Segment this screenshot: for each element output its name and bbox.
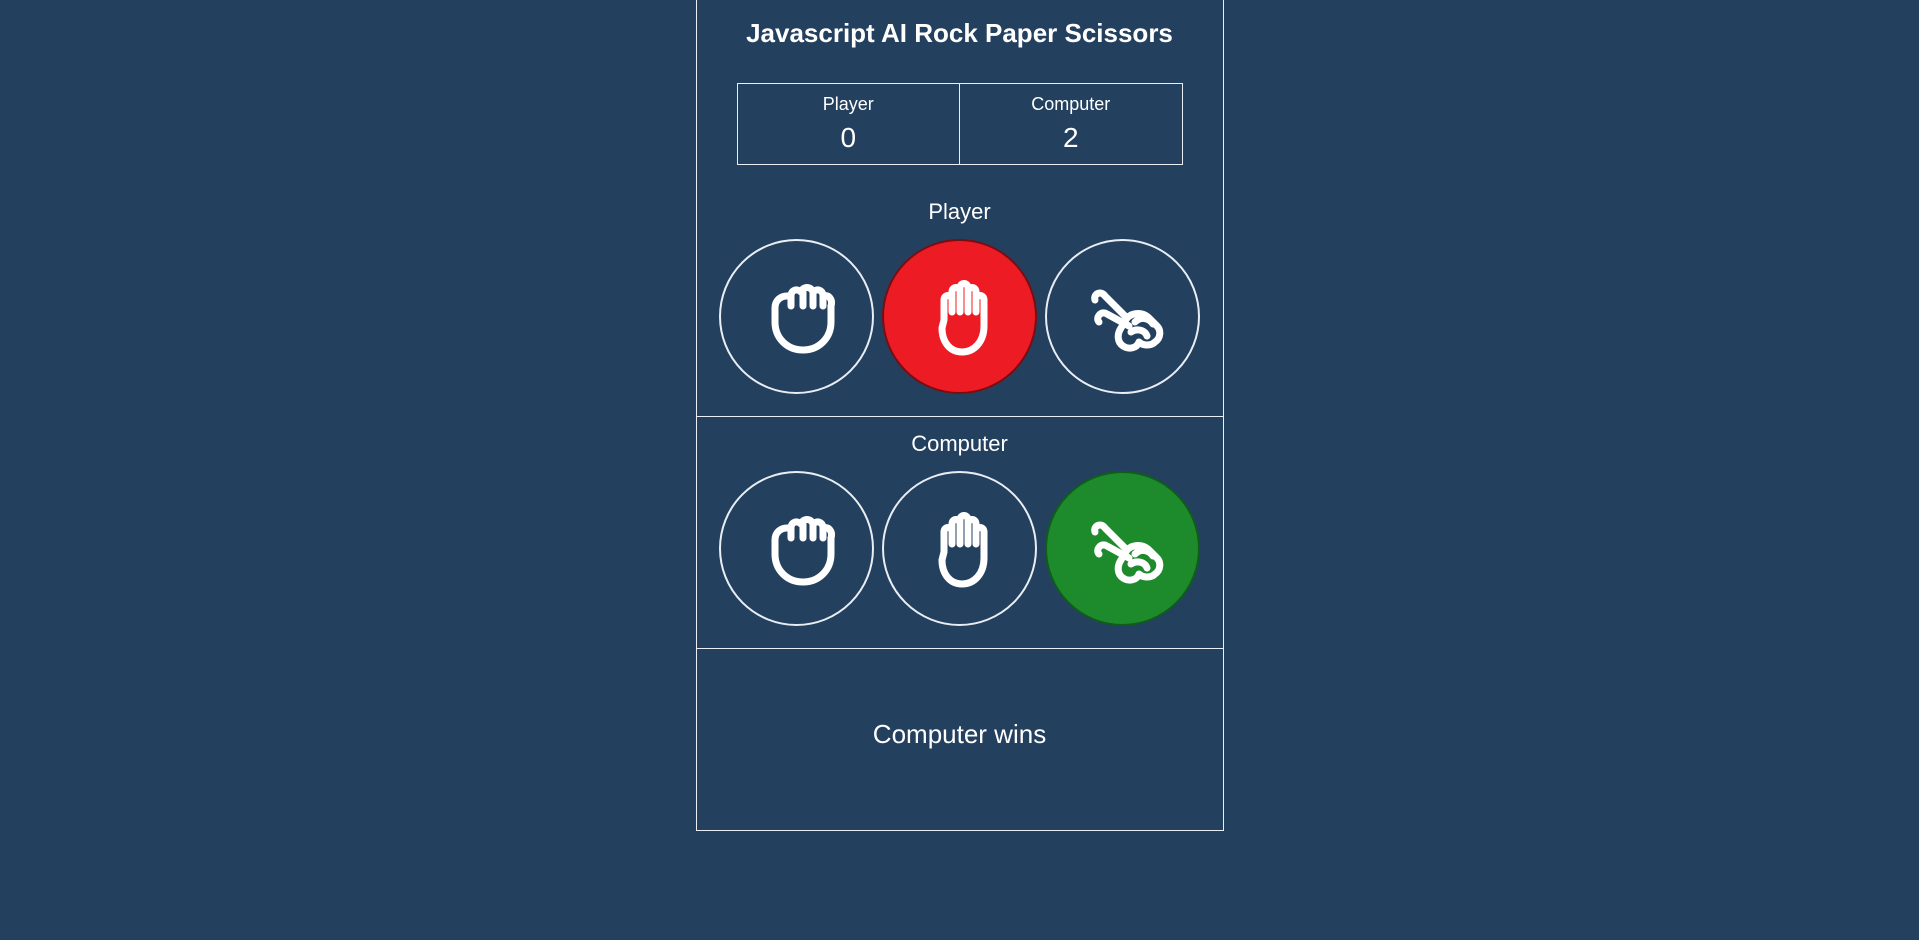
paper-icon <box>910 266 1010 366</box>
rock-icon <box>747 498 847 598</box>
player-section: Player <box>697 185 1223 416</box>
computer-section: Computer <box>697 416 1223 648</box>
scoreboard: Player 0 Computer 2 <box>697 57 1223 185</box>
player-choice-paper[interactable] <box>882 239 1037 394</box>
rock-icon <box>747 266 847 366</box>
scissors-icon <box>1073 266 1173 366</box>
computer-score-label: Computer <box>960 94 1182 116</box>
player-score-label: Player <box>738 94 960 116</box>
player-section-label: Player <box>928 199 990 225</box>
result-message: Computer wins <box>707 719 1213 750</box>
scissors-icon <box>1073 498 1173 598</box>
computer-section-label: Computer <box>911 431 1008 457</box>
computer-choices <box>719 471 1200 626</box>
paper-icon <box>910 498 1010 598</box>
computer-choice-scissors <box>1045 471 1200 626</box>
player-score-cell: Player 0 <box>738 84 960 164</box>
computer-choice-paper <box>882 471 1037 626</box>
result-section: Computer wins <box>697 648 1223 830</box>
computer-choice-rock <box>719 471 874 626</box>
player-choice-rock[interactable] <box>719 239 874 394</box>
player-score-value: 0 <box>738 122 960 154</box>
player-choices <box>719 239 1200 394</box>
computer-score-cell: Computer 2 <box>959 84 1182 164</box>
computer-score-value: 2 <box>960 122 1182 154</box>
player-choice-scissors[interactable] <box>1045 239 1200 394</box>
game-panel: Javascript AI Rock Paper Scissors Player… <box>696 0 1224 831</box>
game-title: Javascript AI Rock Paper Scissors <box>697 0 1223 57</box>
